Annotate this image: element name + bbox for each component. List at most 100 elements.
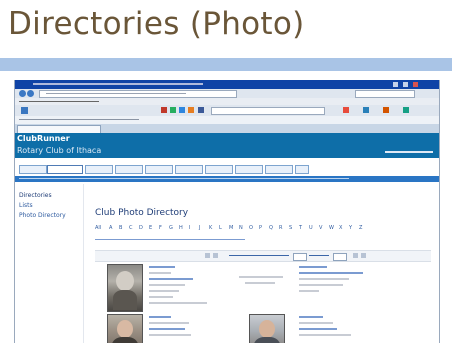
no-photo-placeholder	[237, 274, 287, 288]
nav-tab[interactable]	[115, 165, 143, 174]
member-detail	[149, 334, 191, 336]
menu-items[interactable]	[19, 101, 99, 102]
nav-tab[interactable]	[85, 165, 113, 174]
member-detail	[149, 322, 189, 324]
alpha-filter-b[interactable]: B	[119, 225, 122, 231]
member-photo[interactable]	[249, 314, 285, 343]
sub-nav-links[interactable]	[19, 178, 349, 179]
nav-tab[interactable]	[19, 165, 47, 174]
pager-last-button[interactable]	[361, 253, 366, 258]
alpha-filter-l[interactable]: L	[219, 225, 222, 231]
nav-tab-active[interactable]	[47, 165, 83, 174]
address-row	[15, 89, 439, 98]
member-name[interactable]	[299, 316, 323, 318]
toolbar-icon-3[interactable]	[179, 107, 185, 113]
member-email[interactable]	[149, 278, 193, 280]
header-user-link[interactable]	[385, 151, 433, 153]
pager	[95, 250, 431, 262]
title-bar-text	[33, 83, 203, 85]
nav-tab[interactable]	[235, 165, 263, 174]
member-detail	[149, 296, 173, 298]
back-arrow-icon[interactable]	[19, 90, 26, 97]
alpha-filter-d[interactable]: D	[139, 225, 143, 231]
nav-tab[interactable]	[145, 165, 173, 174]
alpha-filter-a[interactable]: A	[109, 225, 112, 231]
pager-first-button[interactable]	[205, 253, 210, 258]
member-photo[interactable]	[107, 314, 143, 343]
toolbar-icon-4[interactable]	[188, 107, 194, 113]
member-detail	[299, 322, 333, 324]
alpha-filter-n[interactable]: N	[239, 225, 243, 231]
alpha-filter-t[interactable]: T	[299, 225, 302, 231]
bookmarks-items[interactable]	[19, 119, 139, 120]
member-email[interactable]	[299, 328, 337, 330]
alpha-filter-w[interactable]: W	[329, 225, 334, 231]
pager-next-button[interactable]	[353, 253, 358, 258]
minimize-button[interactable]	[393, 82, 398, 87]
nav-tab[interactable]	[265, 165, 293, 174]
alpha-filter-o[interactable]: O	[249, 225, 253, 231]
alpha-filter-r[interactable]: R	[279, 225, 282, 231]
toolbar-icon-8[interactable]	[403, 107, 409, 113]
alpha-filter-z[interactable]: Z	[359, 225, 362, 231]
alpha-filter-x[interactable]: X	[339, 225, 342, 231]
toolbar-icon-1[interactable]	[161, 107, 167, 113]
address-bar[interactable]	[39, 90, 237, 98]
alpha-filter-g[interactable]: G	[169, 225, 173, 231]
toolbar	[15, 105, 439, 116]
member-detail	[299, 284, 343, 286]
directory-instructions	[95, 239, 245, 240]
home-icon[interactable]	[21, 107, 28, 114]
maximize-button[interactable]	[403, 82, 408, 87]
slide-title: Directories (Photo)	[8, 6, 305, 42]
alpha-filter-i[interactable]: I	[189, 225, 190, 231]
alpha-filter-u[interactable]: U	[309, 225, 313, 231]
member-photo[interactable]	[107, 264, 143, 312]
nav-tab[interactable]	[175, 165, 203, 174]
member-name[interactable]	[299, 266, 327, 268]
alpha-filter-m[interactable]: M	[229, 225, 233, 231]
member-name[interactable]	[149, 316, 171, 318]
member-detail	[149, 284, 185, 286]
alpha-filter-c[interactable]: C	[129, 225, 133, 231]
pager-info	[229, 255, 289, 256]
toolbar-icon-5[interactable]	[343, 107, 349, 113]
member-email[interactable]	[149, 328, 185, 330]
member-email[interactable]	[299, 272, 363, 274]
toolbar-icon-6[interactable]	[363, 107, 369, 113]
nav-tab[interactable]	[205, 165, 233, 174]
nav-tab[interactable]	[295, 165, 309, 174]
alpha-filter-v[interactable]: V	[319, 225, 322, 231]
tab-bar	[15, 124, 439, 134]
member-detail	[299, 334, 351, 336]
member-name[interactable]	[149, 266, 175, 268]
member-detail	[149, 302, 207, 304]
forward-arrow-icon[interactable]	[27, 90, 34, 97]
sidebar-item-photo-directory[interactable]: Photo Directory	[19, 212, 66, 219]
alpha-filter-e[interactable]: E	[149, 225, 152, 231]
search-box[interactable]	[355, 90, 415, 98]
sidebar-item-lists[interactable]: Lists	[19, 202, 33, 209]
toolbar-search-field[interactable]	[211, 107, 325, 115]
no-photo-text	[245, 282, 275, 284]
alpha-filter-k[interactable]: K	[209, 225, 212, 231]
facebook-icon[interactable]	[198, 107, 204, 113]
toolbar-icon-7[interactable]	[383, 107, 389, 113]
sub-nav	[15, 176, 439, 182]
alpha-filter-all[interactable]: All	[95, 225, 101, 231]
alpha-filter-y[interactable]: Y	[349, 225, 352, 231]
page-select[interactable]	[333, 253, 347, 261]
alpha-filter-h[interactable]: H	[179, 225, 183, 231]
close-button[interactable]	[413, 82, 418, 87]
alpha-filter-s[interactable]: S	[289, 225, 292, 231]
browser-title-bar	[15, 80, 439, 89]
alpha-filter-p[interactable]: P	[259, 225, 262, 231]
alpha-filter-q[interactable]: Q	[269, 225, 273, 231]
alpha-filter-j[interactable]: J	[199, 225, 200, 231]
site-nav	[15, 158, 439, 178]
sidebar-item-directories[interactable]: Directories	[19, 192, 52, 199]
toolbar-icon-2[interactable]	[170, 107, 176, 113]
alpha-filter-f[interactable]: F	[159, 225, 162, 231]
pager-prev-button[interactable]	[213, 253, 218, 258]
page-size-select[interactable]	[293, 253, 307, 261]
